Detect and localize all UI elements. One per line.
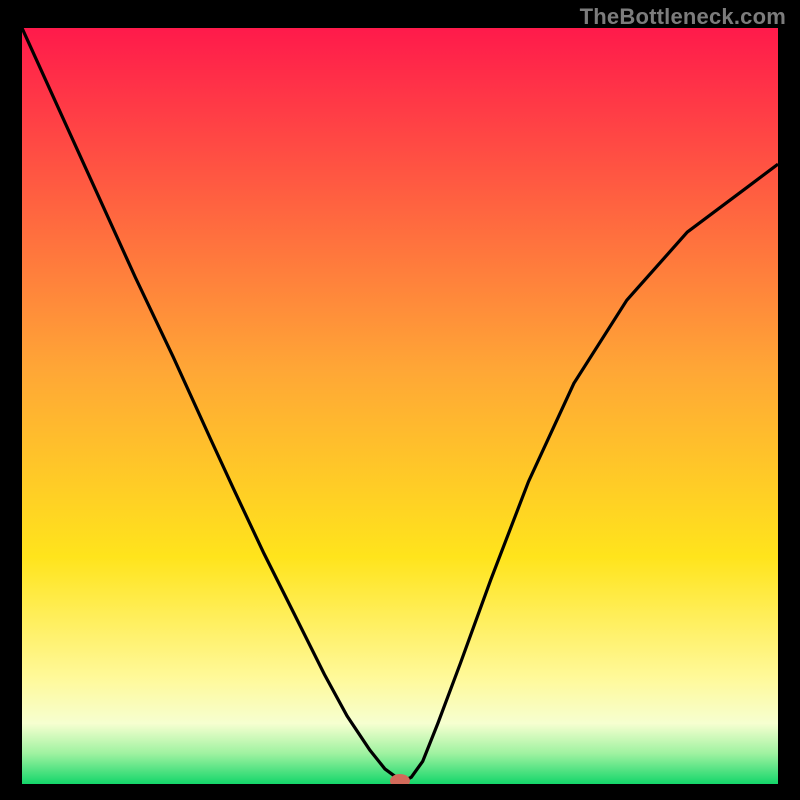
plot-area [22, 28, 778, 784]
gradient-background [22, 28, 778, 784]
chart-svg [22, 28, 778, 784]
chart-frame: TheBottleneck.com [0, 0, 800, 800]
watermark-text: TheBottleneck.com [580, 4, 786, 30]
